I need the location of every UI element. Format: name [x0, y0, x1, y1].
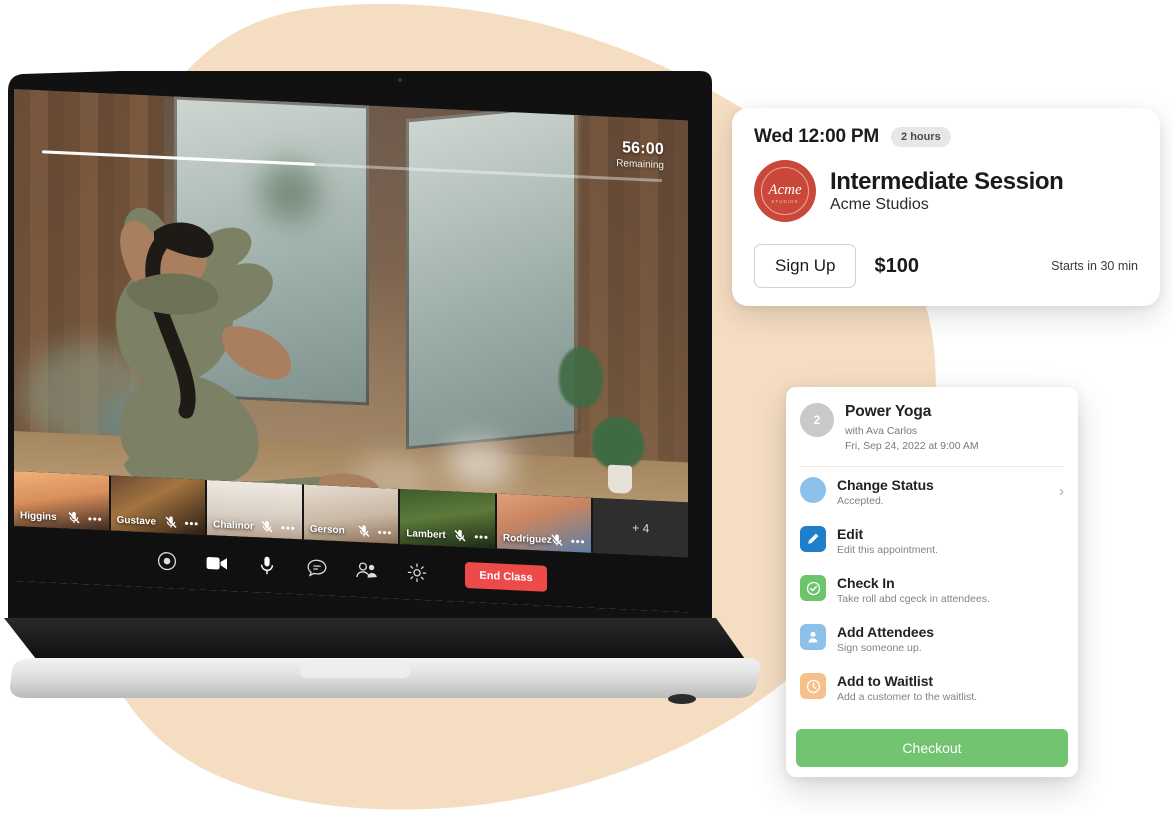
check-circle-icon: [800, 575, 826, 602]
status-circle-icon: [800, 477, 826, 504]
laptop-screen: 56:00 Remaining Higgins ••• Gustave ••• …: [14, 89, 688, 613]
gear-icon[interactable]: [405, 560, 429, 585]
session-time-row: Wed 12:00 PM 2 hours: [754, 126, 1138, 148]
appointment-instructor: with Ava Carlos: [845, 425, 918, 437]
mic-muted-icon: [551, 534, 563, 546]
session-studio: Acme Studios: [830, 196, 929, 214]
participant-name: Gustave: [116, 514, 157, 528]
svg-text:Acme: Acme: [767, 182, 802, 198]
chat-bubble-icon[interactable]: [305, 555, 329, 580]
menu-item-label: Change Status: [837, 477, 934, 494]
mic-muted-icon: [454, 529, 466, 542]
svg-text:STUDIOS: STUDIOS: [771, 199, 798, 204]
appointment-title: Power Yoga: [845, 403, 932, 420]
menu-item-label: Add to Waitlist: [837, 673, 933, 690]
participant-thumbnail[interactable]: Lambert •••: [400, 488, 495, 549]
menu-item-desc: Accepted.: [837, 495, 884, 508]
thumbnail-menu-icon[interactable]: •••: [378, 527, 393, 540]
duration-badge: 2 hours: [891, 127, 951, 147]
clock-icon: [800, 673, 826, 700]
participant-name: Higgins: [20, 510, 57, 523]
person-add-icon: [800, 624, 826, 651]
menu-item-desc: Take roll abd cgeck in attendees.: [837, 593, 990, 606]
participant-thumbnail[interactable]: Rodriguez •••: [496, 493, 592, 553]
menu-item-change-status[interactable]: Change Status Accepted. ›: [786, 467, 1078, 516]
thumbnail-menu-icon[interactable]: •••: [88, 513, 103, 526]
mic-muted-icon: [165, 516, 177, 529]
timer-label: Remaining: [616, 158, 664, 172]
menu-item-label: Edit: [837, 526, 864, 543]
illustration-stage: 56:00 Remaining Higgins ••• Gustave ••• …: [0, 0, 1172, 816]
participant-name: Gerson: [309, 523, 345, 537]
participant-name: Rodriguez: [502, 532, 552, 547]
thumbnail-menu-icon[interactable]: •••: [571, 536, 586, 549]
participant-thumbnail[interactable]: Chalinor •••: [207, 479, 302, 540]
timer-value: 56:00: [622, 139, 664, 159]
menu-item-add-to-waitlist[interactable]: Add to Waitlist Add a customer to the wa…: [786, 663, 1078, 712]
menu-item-check-in[interactable]: Check In Take roll abd cgeck in attendee…: [786, 565, 1078, 614]
acme-studios-logo: Acme STUDIOS: [754, 160, 816, 222]
participant-thumbnail[interactable]: Gerson •••: [303, 484, 399, 544]
sign-up-button[interactable]: Sign Up: [754, 244, 857, 288]
more-participants-tile[interactable]: + 4: [593, 497, 688, 558]
microphone-icon[interactable]: [255, 553, 279, 578]
chevron-right-icon: ›: [1059, 483, 1064, 501]
mic-muted-icon: [261, 520, 273, 533]
menu-item-label: Add Attendees: [837, 624, 934, 641]
menu-item-add-attendees[interactable]: Add Attendees Sign someone up.: [786, 614, 1078, 663]
menu-item-edit[interactable]: Edit Edit this appointment.: [786, 516, 1078, 565]
participant-name: Lambert: [406, 528, 446, 542]
mic-muted-icon: [68, 511, 80, 524]
session-starts-in: Starts in 30 min: [1051, 259, 1138, 273]
appointment-datetime: Fri, Sep 24, 2022 at 9:00 AM: [845, 440, 979, 453]
participant-name: Chalinor: [213, 519, 254, 533]
pencil-icon: [800, 526, 826, 553]
session-identity-row: Acme STUDIOS Intermediate Session Acme S…: [754, 160, 1138, 222]
menu-item-desc: Sign someone up.: [837, 642, 922, 655]
session-time: Wed 12:00 PM: [754, 126, 880, 147]
menu-item-desc: Add a customer to the waitlist.: [837, 691, 978, 704]
menu-item-label: Check In: [837, 575, 895, 592]
end-class-button[interactable]: End Class: [465, 561, 547, 592]
video-camera-icon[interactable]: [205, 550, 229, 575]
participant-thumbnail[interactable]: Higgins •••: [14, 471, 109, 531]
thumbnail-menu-icon[interactable]: •••: [474, 531, 489, 544]
attendee-count-avatar: 2: [800, 403, 834, 437]
participant-thumbnail[interactable]: Gustave •••: [110, 475, 206, 535]
session-title: Intermediate Session: [830, 167, 1064, 195]
thumbnail-menu-icon[interactable]: •••: [185, 518, 200, 531]
thumbnail-menu-icon[interactable]: •••: [281, 522, 296, 535]
menu-item-desc: Edit this appointment.: [837, 544, 938, 557]
session-price: $100: [874, 254, 919, 277]
laptop-mockup: 56:00 Remaining Higgins ••• Gustave ••• …: [0, 58, 790, 718]
remaining-timer: 56:00 Remaining: [616, 139, 664, 171]
appointment-action-menu: 2 Power Yoga with Ava Carlos Fri, Sep 24…: [786, 387, 1078, 777]
record-icon[interactable]: [155, 548, 179, 573]
checkout-button[interactable]: Checkout: [796, 729, 1068, 767]
session-action-row: Sign Up $100 Starts in 30 min: [754, 244, 1138, 288]
participants-icon[interactable]: [355, 557, 379, 582]
session-signup-card: Wed 12:00 PM 2 hours Acme STUDIOS Interm…: [732, 108, 1160, 306]
appointment-header: 2 Power Yoga with Ava Carlos Fri, Sep 24…: [786, 397, 1078, 466]
mic-muted-icon: [358, 525, 370, 538]
